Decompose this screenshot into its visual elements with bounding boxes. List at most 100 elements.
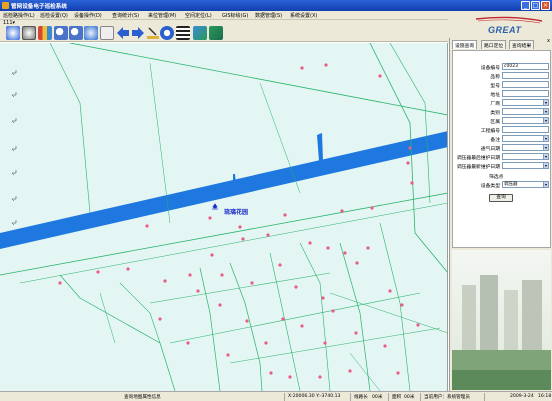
minimize-button[interactable]: _ xyxy=(521,1,530,10)
district-label: 区属 xyxy=(490,120,500,125)
flow-markers xyxy=(11,70,17,226)
field-last-maint: 调压器最后维护日期 ▾ xyxy=(453,153,552,161)
model-input[interactable] xyxy=(502,81,549,88)
close-button[interactable]: × xyxy=(541,1,550,10)
device-id-input[interactable]: c0023 xyxy=(502,63,549,70)
globe-icon[interactable] xyxy=(6,26,20,40)
menu-spatial[interactable]: 空间定位(L) xyxy=(185,12,212,19)
tab-query-results[interactable]: 查询结果 xyxy=(509,40,535,49)
vendor-select[interactable]: ▾ xyxy=(502,99,549,106)
project-no-label: 工程编号 xyxy=(480,129,500,134)
last-maint-label: 调压器最后维护日期 xyxy=(456,156,500,161)
area-label: 面积 xyxy=(392,395,402,400)
menu-position[interactable]: 来位管理(M) xyxy=(148,12,176,19)
section-label: 筛选点 xyxy=(489,175,504,180)
title-bar: 管网设备电子巡检系统 _ □ × xyxy=(0,0,552,11)
menu-route[interactable]: 巡检路操作(L) xyxy=(3,12,35,19)
field-device-id: 设备编号 c0023 xyxy=(453,63,552,71)
menu-gis[interactable]: GIS标绘(G) xyxy=(222,12,248,19)
field-district: 区属 ▾ xyxy=(453,117,552,125)
zoom-in-icon[interactable] xyxy=(54,26,68,40)
field-device-type: 设备类型 调压器 ▾ xyxy=(453,181,552,189)
layer-status: 查询地图属性信息 xyxy=(124,395,161,400)
full-extent-icon[interactable] xyxy=(84,26,98,40)
category-label: 类别 xyxy=(490,111,500,116)
field-address: 地址 xyxy=(453,90,552,98)
field-remark: 备注 ▾ xyxy=(453,135,552,143)
river xyxy=(0,131,447,249)
area-value: 00米 xyxy=(404,395,415,400)
remark-select[interactable]: ▾ xyxy=(502,135,549,142)
map-canvas[interactable] xyxy=(0,43,448,391)
gas-date-select[interactable]: ▾ xyxy=(502,144,549,151)
print-icon[interactable] xyxy=(193,26,207,40)
city-photo xyxy=(452,250,551,390)
last-maint-select[interactable]: ▾ xyxy=(502,153,549,160)
window-title: 管网设备电子巡检系统 xyxy=(11,4,67,10)
field-new-maint: 调压器最新维护日期 ▾ xyxy=(453,162,552,170)
vendor-label: 厂商 xyxy=(490,102,500,107)
field-vendor: 厂商 ▾ xyxy=(453,99,552,107)
district-select[interactable]: ▾ xyxy=(502,117,549,124)
city-photo-image xyxy=(452,250,551,390)
tab-facility-query[interactable]: 设施查询 xyxy=(452,40,478,49)
remark-label: 备注 xyxy=(490,138,500,143)
chevron-down-icon: ▾ xyxy=(543,163,548,168)
query-panel: x 设施查询 路口定位 查询结果 设备编号 c0023 品称 型号 地址 厂商 … xyxy=(449,38,552,391)
chart-icon[interactable] xyxy=(38,26,52,40)
chevron-down-icon: ▾ xyxy=(543,182,548,187)
model-label: 型号 xyxy=(490,84,500,89)
address-input[interactable] xyxy=(502,90,549,97)
river-branch xyxy=(317,133,323,161)
user-status: 当前用户：系统管理员 xyxy=(424,395,470,400)
menu-query[interactable]: 查询统计(S) xyxy=(112,12,139,19)
menu-inspect-settings[interactable]: 巡检设置(Q) xyxy=(40,12,68,19)
measure-icon[interactable] xyxy=(146,26,160,40)
forward-arrow-icon[interactable] xyxy=(131,26,145,40)
locate-icon[interactable] xyxy=(160,26,174,40)
back-arrow-icon[interactable] xyxy=(116,26,130,40)
tab-intersection-locate[interactable]: 路口定位 xyxy=(481,40,507,49)
gas-date-label: 通气日期 xyxy=(480,147,500,152)
maximize-button[interactable]: □ xyxy=(531,1,540,10)
toolbar: 111▾ xyxy=(0,20,448,42)
project-no-input[interactable] xyxy=(502,126,549,133)
field-category: 类别 ▾ xyxy=(453,108,552,116)
pan-icon[interactable] xyxy=(100,26,114,40)
chevron-down-icon: ▾ xyxy=(543,154,548,159)
time-status: 16:18 xyxy=(538,394,552,399)
chevron-down-icon: ▾ xyxy=(543,136,548,141)
device-type-select[interactable]: 调压器 ▾ xyxy=(502,181,549,188)
field-model: 型号 xyxy=(453,81,552,89)
device-id-label: 设备编号 xyxy=(480,66,500,71)
distance-label: 线路长 xyxy=(354,395,368,400)
date-status: 2009-3-24 xyxy=(510,394,534,399)
address-label: 地址 xyxy=(490,93,500,98)
chevron-down-icon: ▾ xyxy=(543,118,548,123)
chevron-down-icon: ▾ xyxy=(543,100,548,105)
zoom-out-icon[interactable] xyxy=(69,26,83,40)
query-button[interactable]: 查询 xyxy=(489,194,513,202)
query-form: 设备编号 c0023 品称 型号 地址 厂商 ▾ 类别 ▾ 区属 ▾ 工程编号 xyxy=(452,50,551,248)
device-type-label: 设备类型 xyxy=(480,184,500,189)
new-maint-select[interactable]: ▾ xyxy=(502,162,549,169)
menu-data[interactable]: 数据管理(S) xyxy=(255,12,282,19)
category-select[interactable]: ▾ xyxy=(502,108,549,115)
field-name: 品称 xyxy=(453,72,552,80)
list-icon[interactable] xyxy=(176,26,190,40)
chevron-down-icon: ▾ xyxy=(543,145,548,150)
coords-status: X:20006.30 Y:-3740.13 xyxy=(288,394,341,399)
zoom-icon[interactable] xyxy=(22,26,36,40)
distance-value: 00米 xyxy=(372,395,383,400)
menu-device[interactable]: 设备操作(D) xyxy=(74,12,102,19)
chevron-down-icon: ▾ xyxy=(543,109,548,114)
field-gas-date: 通气日期 ▾ xyxy=(453,144,552,152)
export-icon[interactable] xyxy=(209,26,223,40)
new-maint-label: 调压器最新维护日期 xyxy=(456,165,500,170)
menu-system[interactable]: 系统设置(X) xyxy=(290,12,317,19)
panel-close-button[interactable]: x xyxy=(547,38,550,44)
field-project-no: 工程编号 xyxy=(453,126,552,134)
name-input[interactable] xyxy=(502,72,549,79)
logo-text: GREAT xyxy=(488,25,522,35)
map-view[interactable]: 琉璃花园 xyxy=(0,43,448,391)
